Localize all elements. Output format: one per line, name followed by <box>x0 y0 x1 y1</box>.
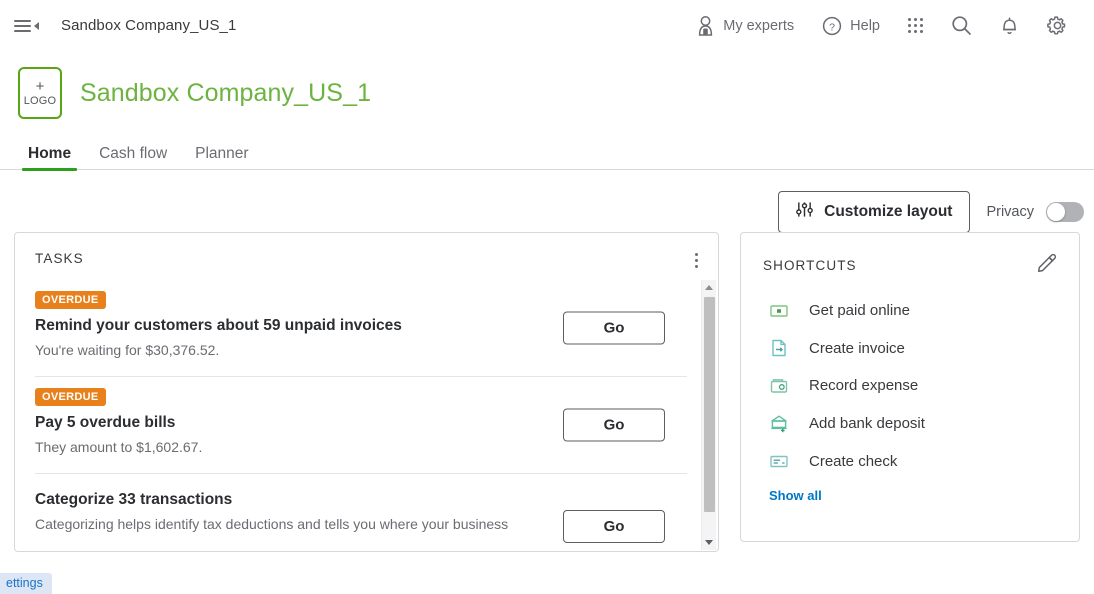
shortcut-label: Get paid online <box>809 302 910 319</box>
tasks-card: TASKS OVERDUE Remind your customers abou… <box>14 232 719 552</box>
tab-cash-flow[interactable]: Cash flow <box>85 146 181 170</box>
shortcuts-title: SHORTCUTS <box>763 257 857 273</box>
privacy-label: Privacy <box>986 204 1034 220</box>
logo-plus-label: + <box>35 77 45 95</box>
chevron-left-icon <box>34 21 39 30</box>
show-all-link[interactable]: Show all <box>769 488 822 503</box>
tasks-title: TASKS <box>35 251 84 266</box>
task-subtitle: They amount to $1,602.67. <box>35 439 203 455</box>
help-label: Help <box>850 17 880 34</box>
help-button[interactable]: ? Help <box>808 10 894 42</box>
shortcuts-card-header: SHORTCUTS <box>741 233 1079 278</box>
customize-layout-button[interactable]: Customize layout <box>778 191 971 233</box>
dashboard-action-row: Customize layout Privacy <box>0 170 1094 233</box>
search-icon <box>951 15 972 36</box>
scroll-up-arrow-icon[interactable] <box>702 280 716 295</box>
tasks-list-body: OVERDUE Remind your customers about 59 u… <box>15 280 718 550</box>
topbar-company-title: Sandbox Company_US_1 <box>61 17 237 34</box>
shortcut-add-bank-deposit[interactable]: Add bank deposit <box>741 404 1079 443</box>
sliders-icon <box>796 201 813 223</box>
shortcut-label: Record expense <box>809 377 919 394</box>
company-logo-placeholder[interactable]: + LOGO <box>18 67 62 119</box>
svg-text:?: ? <box>829 21 835 33</box>
bank-deposit-icon <box>769 414 789 433</box>
hamburger-collapse-icon[interactable] <box>10 14 43 38</box>
topbar-actions: My experts ? Help <box>682 9 1082 42</box>
apps-grid-button[interactable] <box>894 12 937 39</box>
hamburger-icon <box>14 19 31 32</box>
company-name-heading[interactable]: Sandbox Company_US_1 <box>80 79 371 108</box>
task-go-button[interactable]: Go <box>563 510 665 543</box>
kebab-menu-icon[interactable] <box>691 251 702 270</box>
privacy-toggle[interactable] <box>1046 202 1084 222</box>
scrollbar-thumb[interactable] <box>704 297 715 512</box>
shortcut-get-paid-online[interactable]: Get paid online <box>741 292 1079 329</box>
money-bill-icon <box>769 304 789 318</box>
tasks-scroll-area: OVERDUE Remind your customers about 59 u… <box>15 280 687 550</box>
my-experts-label: My experts <box>723 17 795 34</box>
tasks-scrollbar[interactable] <box>701 280 716 550</box>
task-title: Categorize 33 transactions <box>35 491 233 508</box>
shortcut-create-check[interactable]: Create check <box>741 443 1079 480</box>
check-icon <box>769 455 789 468</box>
task-item: Categorize 33 transactions Categorizing … <box>35 474 687 550</box>
task-go-button[interactable]: Go <box>563 408 665 442</box>
pencil-edit-icon[interactable] <box>1036 252 1057 278</box>
logo-text-label: LOGO <box>23 94 57 107</box>
shortcut-label: Create invoice <box>809 339 905 357</box>
tab-planner[interactable]: Planner <box>181 146 262 170</box>
customize-layout-label: Customize layout <box>824 203 953 220</box>
tasks-card-header: TASKS <box>15 233 718 270</box>
apps-grid-icon <box>908 18 923 33</box>
privacy-toggle-knob <box>1047 203 1065 221</box>
top-navigation-bar: Sandbox Company_US_1 My experts ? Help <box>0 0 1094 51</box>
shortcut-label: Create check <box>809 453 898 470</box>
receipt-wallet-icon <box>769 378 789 394</box>
expert-person-icon <box>696 15 715 36</box>
search-button[interactable] <box>937 9 986 42</box>
task-item: OVERDUE Pay 5 overdue bills They amount … <box>35 377 687 474</box>
task-title: Pay 5 overdue bills <box>35 414 176 431</box>
status-badge: OVERDUE <box>35 388 106 406</box>
app-page: Sandbox Company_US_1 My experts ? Help +… <box>0 0 1094 594</box>
company-header: + LOGO Sandbox Company_US_1 <box>0 51 1094 123</box>
scroll-down-arrow-icon[interactable] <box>702 535 716 550</box>
tab-home[interactable]: Home <box>14 146 85 171</box>
shortcuts-list: Get paid online Create invoice Record ex… <box>741 278 1079 505</box>
status-link-preview: ettings <box>0 573 52 594</box>
settings-gear-button[interactable] <box>1033 9 1082 42</box>
shortcut-create-invoice[interactable]: Create invoice <box>741 329 1079 367</box>
my-experts-button[interactable]: My experts <box>682 9 808 42</box>
notifications-button[interactable] <box>986 9 1033 42</box>
invoice-document-icon <box>769 339 789 357</box>
task-go-button[interactable]: Go <box>563 311 665 345</box>
task-item: OVERDUE Remind your customers about 59 u… <box>35 280 687 377</box>
task-title: Remind your customers about 59 unpaid in… <box>35 317 402 334</box>
status-badge: OVERDUE <box>35 291 106 309</box>
help-circle-icon: ? <box>822 16 842 36</box>
dashboard-main: TASKS OVERDUE Remind your customers abou… <box>0 232 1094 552</box>
shortcuts-card: SHORTCUTS Get paid online Create invoice… <box>740 232 1080 542</box>
primary-tabs: Home Cash flow Planner <box>14 139 1094 171</box>
task-subtitle: You're waiting for $30,376.52. <box>35 342 220 358</box>
shortcut-label: Add bank deposit <box>809 415 925 432</box>
shortcut-record-expense[interactable]: Record expense <box>741 367 1079 404</box>
primary-tabs-bar: Home Cash flow Planner <box>0 139 1094 171</box>
settings-gear-icon <box>1047 15 1068 36</box>
notification-bell-icon <box>1000 15 1019 36</box>
task-subtitle: Categorizing helps identify tax deductio… <box>35 516 509 532</box>
